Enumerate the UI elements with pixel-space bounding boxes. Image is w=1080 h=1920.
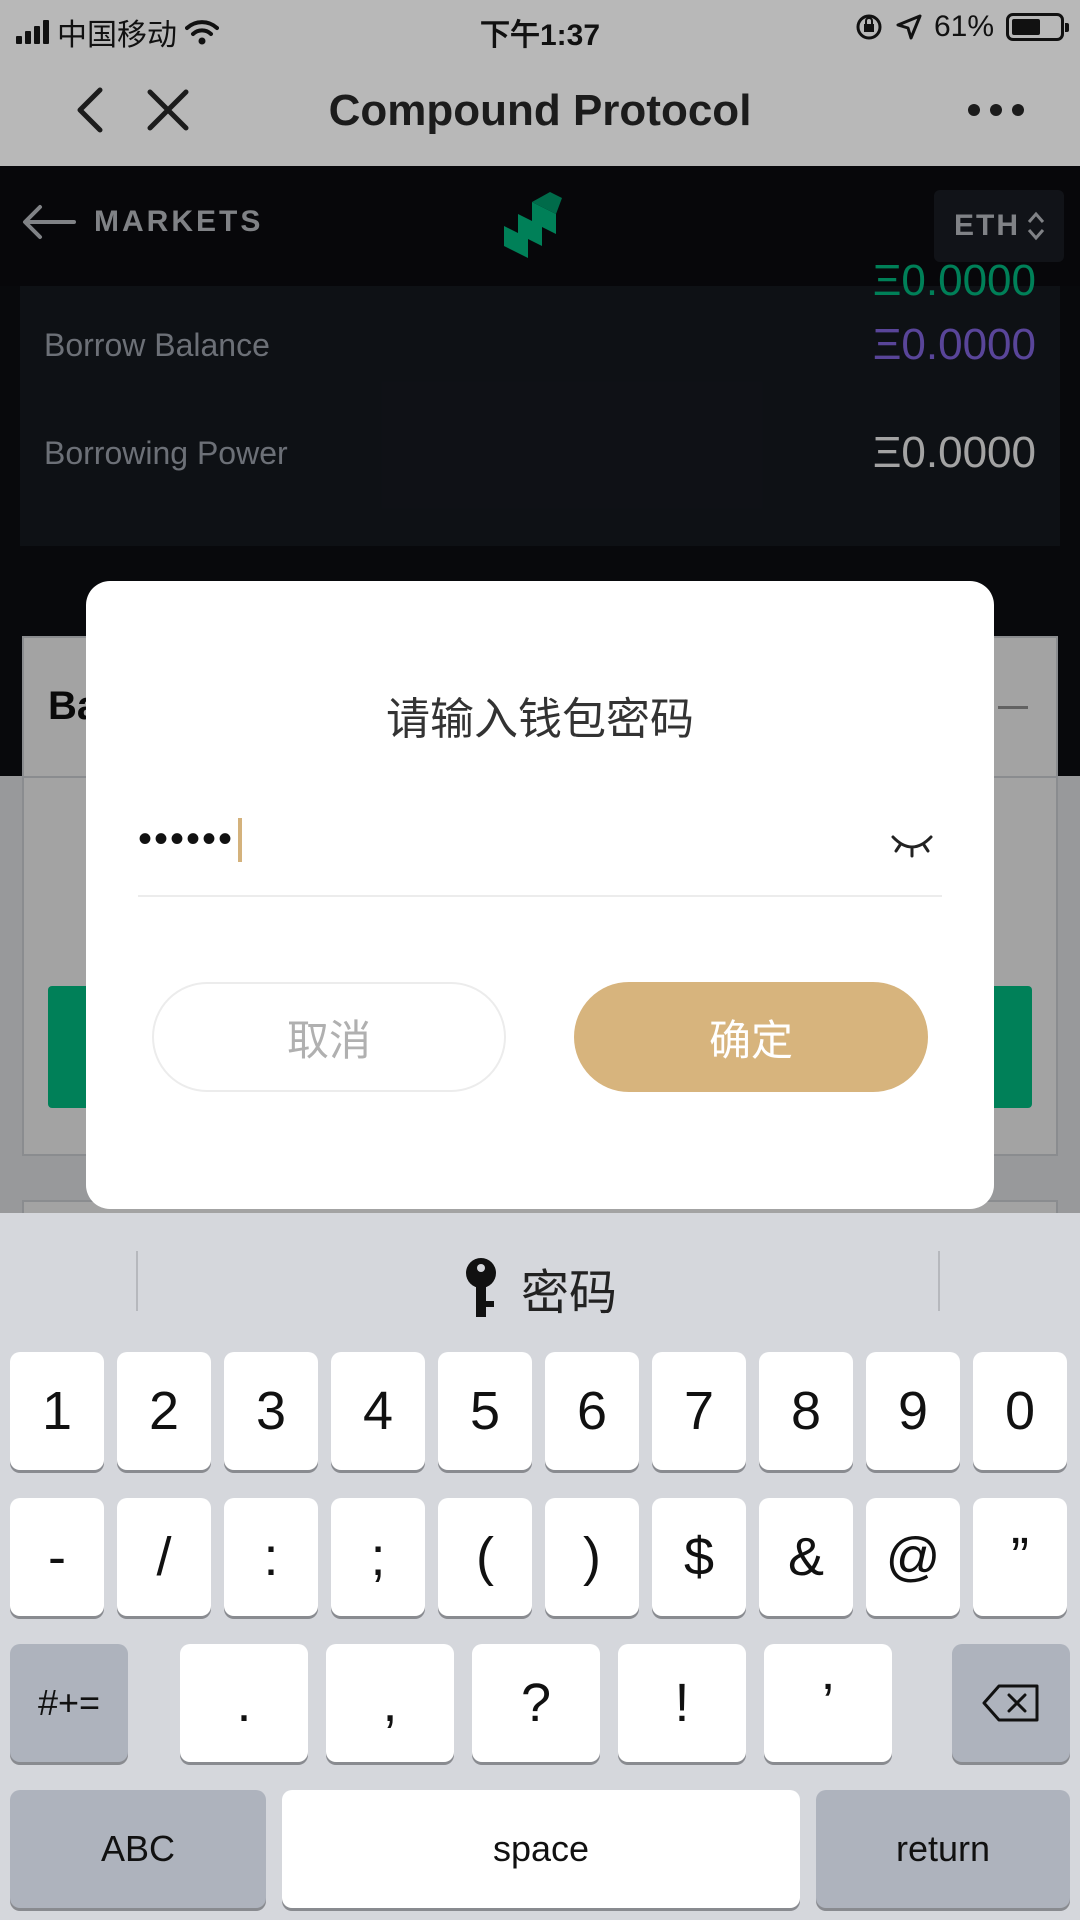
quicktype-bar: 密码 bbox=[0, 1213, 1080, 1343]
more-options-icon[interactable] bbox=[968, 104, 1024, 116]
key[interactable]: 0 bbox=[973, 1352, 1067, 1470]
key[interactable]: ’ bbox=[764, 1644, 892, 1762]
key[interactable]: 7 bbox=[652, 1352, 746, 1470]
orientation-lock-icon bbox=[856, 14, 882, 40]
key[interactable]: 1 bbox=[10, 1352, 104, 1470]
key[interactable]: : bbox=[224, 1498, 318, 1616]
confirm-button[interactable]: 确定 bbox=[574, 982, 928, 1092]
eye-closed-icon[interactable] bbox=[890, 831, 934, 859]
key-icon bbox=[465, 1258, 496, 1317]
status-bar: 中国移动 下午1:37 61% bbox=[0, 0, 1080, 56]
suggestion-label: 密码 bbox=[520, 1267, 617, 1320]
password-suggestion[interactable]: 密码 bbox=[0, 1253, 1080, 1323]
key[interactable]: . bbox=[180, 1644, 308, 1762]
key[interactable]: ? bbox=[472, 1644, 600, 1762]
symbols-toggle-key[interactable]: #+= bbox=[10, 1644, 128, 1762]
password-mask: •••••• bbox=[138, 817, 235, 861]
key[interactable]: 2 bbox=[117, 1352, 211, 1470]
webview-nav-bar: Compound Protocol bbox=[0, 56, 1080, 166]
key[interactable]: ; bbox=[331, 1498, 425, 1616]
key[interactable]: 8 bbox=[759, 1352, 853, 1470]
battery-icon bbox=[1006, 13, 1069, 41]
keyboard: 密码 1 2 3 4 5 6 7 8 9 0 - /:;() $ & @” #+=.,?!’ ABC space r… bbox=[0, 1213, 1080, 1920]
password-dialog: 请输入钱包密码 •••••• 取消 确定 bbox=[86, 581, 994, 1209]
abc-key[interactable]: ABC bbox=[10, 1790, 266, 1908]
password-field[interactable]: •••••• bbox=[138, 811, 942, 897]
key[interactable]: 9 bbox=[866, 1352, 960, 1470]
battery-percent: 61% bbox=[933, 10, 994, 43]
dialog-title: 请输入钱包密码 bbox=[386, 695, 694, 744]
key[interactable]: , bbox=[326, 1644, 454, 1762]
cancel-button[interactable]: 取消 bbox=[152, 982, 506, 1092]
backspace-icon bbox=[982, 1684, 1039, 1722]
key[interactable]: ” bbox=[973, 1498, 1067, 1616]
page-title: Compound Protocol bbox=[328, 86, 752, 135]
key[interactable]: - bbox=[10, 1498, 104, 1616]
key[interactable]: @ bbox=[866, 1498, 960, 1616]
text-caret bbox=[238, 817, 243, 862]
key[interactable]: 3 bbox=[224, 1352, 318, 1470]
key[interactable]: ) bbox=[545, 1498, 639, 1616]
key[interactable]: / bbox=[117, 1498, 211, 1616]
status-right: 61% bbox=[854, 10, 1069, 44]
key[interactable]: 4 bbox=[331, 1352, 425, 1470]
key[interactable]: 5 bbox=[438, 1352, 532, 1470]
delete-key[interactable] bbox=[952, 1644, 1070, 1762]
key[interactable]: ( bbox=[438, 1498, 532, 1616]
key[interactable]: $ bbox=[652, 1498, 746, 1616]
space-key[interactable]: space bbox=[282, 1790, 800, 1908]
key[interactable]: & bbox=[759, 1498, 853, 1616]
key[interactable]: 6 bbox=[545, 1352, 639, 1470]
key[interactable]: ! bbox=[618, 1644, 746, 1762]
location-arrow-icon bbox=[896, 14, 922, 40]
return-key[interactable]: return bbox=[816, 1790, 1070, 1908]
